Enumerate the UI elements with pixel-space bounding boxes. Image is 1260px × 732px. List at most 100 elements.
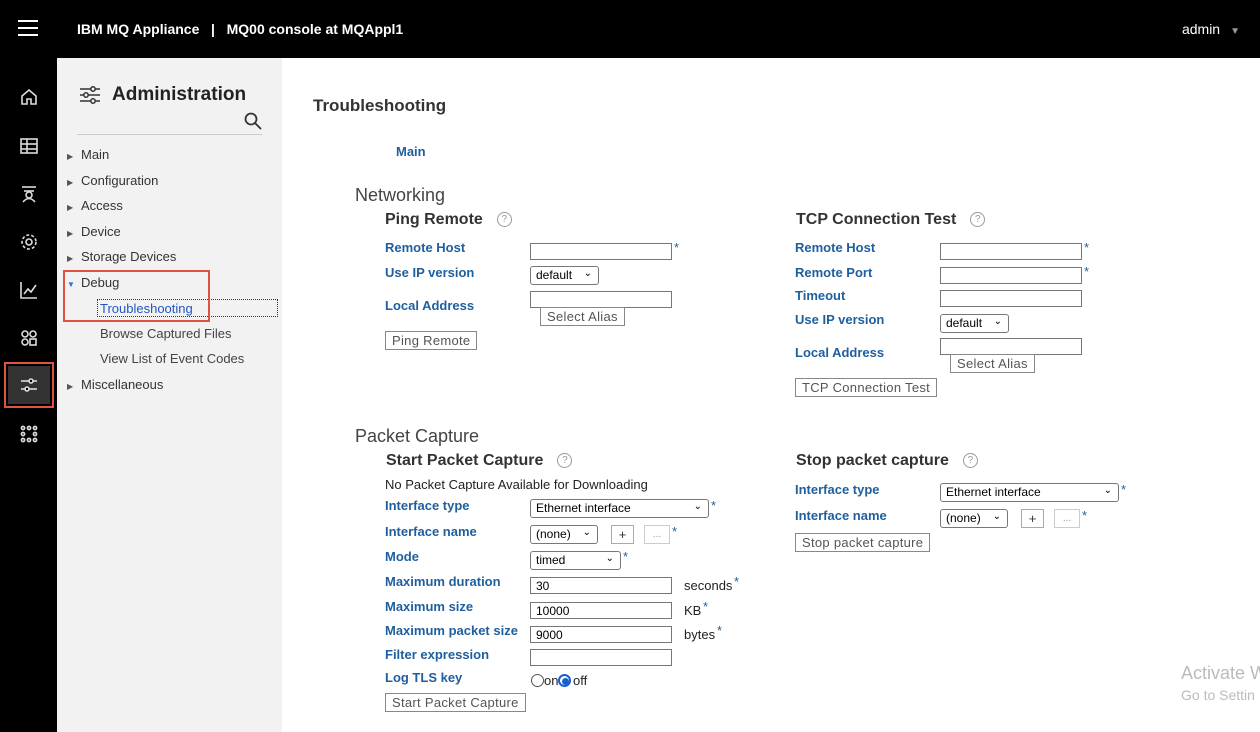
required-mark: * <box>717 623 723 638</box>
page-title: Troubleshooting <box>313 96 447 115</box>
hamburger-menu-icon[interactable] <box>18 20 38 36</box>
chevron-down-icon: ⌄ <box>605 553 614 564</box>
ping-remote-heading: Ping Remote? <box>385 211 512 229</box>
start-packet-capture-button[interactable]: Start Packet Capture <box>385 693 526 712</box>
max-packet-size-label: Maximum packet size <box>385 623 518 638</box>
main-content: Troubleshooting Main Networking Ping Rem… <box>282 58 1260 732</box>
stop-interface-type-label: Interface type <box>795 482 880 497</box>
ping-remote-button[interactable]: Ping Remote <box>385 331 478 350</box>
filter-expression-label: Filter expression <box>385 647 490 662</box>
sidebar-item-miscellaneous[interactable]: ▶ Miscellaneous <box>67 376 163 394</box>
browse-interface-button[interactable]: ... <box>644 525 670 544</box>
caret-right-icon: ▶ <box>67 152 74 161</box>
tcp-remote-port-input[interactable] <box>940 267 1082 284</box>
max-size-label: Maximum size <box>385 599 474 614</box>
search-icon[interactable] <box>243 111 263 131</box>
top-bar: IBM MQ Appliance | MQ00 console at MQApp… <box>0 0 1260 58</box>
mode-label: Mode <box>385 549 419 564</box>
main-link[interactable]: Main <box>396 144 426 159</box>
chevron-down-icon: ⌄ <box>993 316 1002 327</box>
stop-interface-name-label: Interface name <box>795 508 887 523</box>
start-capture-heading: Start Packet Capture? <box>386 452 573 470</box>
tcp-local-address-input[interactable] <box>940 338 1082 355</box>
sidebar-item-access[interactable]: ▶ Access <box>67 197 123 215</box>
sidebar-item-device[interactable]: ▶ Device <box>67 223 121 241</box>
required-mark: * <box>674 240 680 255</box>
sidebar-item-main[interactable]: ▶ Main <box>67 146 109 164</box>
required-mark: * <box>703 599 709 614</box>
stop-packet-capture-button[interactable]: Stop packet capture <box>795 533 931 552</box>
interface-name-label: Interface name <box>385 524 477 539</box>
interface-name-select[interactable]: (none) ⌄ <box>530 525 598 544</box>
kb-unit: KB <box>684 603 702 618</box>
tcp-ip-version-select[interactable]: default ⌄ <box>940 314 1009 333</box>
ping-remote-host-input[interactable] <box>530 243 672 260</box>
log-tls-off-radio[interactable] <box>558 674 571 687</box>
sidebar-item-browse-captured-files[interactable]: Browse Captured Files <box>100 325 232 343</box>
stop-interface-type-select[interactable]: Ethernet interface ⌄ <box>940 483 1119 502</box>
on-label: on <box>544 673 559 688</box>
apps-icon[interactable] <box>12 417 46 451</box>
ping-local-address-input[interactable] <box>530 291 672 308</box>
interface-type-select[interactable]: Ethernet interface ⌄ <box>530 499 709 518</box>
activation-watermark: Activate W <box>1181 663 1260 683</box>
off-label: off <box>573 673 588 688</box>
chevron-down-icon: ⌄ <box>992 511 1001 522</box>
add-interface-button[interactable]: + <box>611 525 634 544</box>
home-icon[interactable] <box>12 80 46 114</box>
chevron-down-icon: ⌄ <box>583 268 592 279</box>
sidebar-item-event-codes[interactable]: View List of Event Codes <box>100 350 244 368</box>
chevron-down-icon: ▼ <box>1230 26 1240 37</box>
app-title: IBM MQ Appliance | MQ00 console at MQApp… <box>77 21 404 37</box>
required-mark: * <box>1082 508 1088 523</box>
no-capture-note: No Packet Capture Available for Download… <box>385 477 648 492</box>
required-mark: * <box>711 498 717 513</box>
table-icon[interactable] <box>12 129 46 163</box>
tcp-select-alias-button[interactable]: Select Alias <box>950 354 1035 373</box>
log-tls-on-radio[interactable] <box>531 674 544 687</box>
gear-icon[interactable] <box>12 225 46 259</box>
filter-expression-input[interactable] <box>530 649 672 666</box>
required-mark: * <box>623 549 629 564</box>
help-icon[interactable]: ? <box>970 212 986 227</box>
max-duration-label: Maximum duration <box>385 574 501 589</box>
tcp-connection-test-button[interactable]: TCP Connection Test <box>795 378 938 397</box>
caret-right-icon: ▶ <box>67 229 74 238</box>
stop-browse-interface-button[interactable]: ... <box>1054 509 1080 528</box>
sidebar-title: Administration <box>112 84 247 105</box>
tcp-remote-host-input[interactable] <box>940 243 1082 260</box>
packet-capture-heading: Packet Capture <box>355 426 480 446</box>
help-icon[interactable]: ? <box>557 453 573 468</box>
caret-right-icon: ▶ <box>67 203 74 212</box>
max-packet-size-input[interactable]: 9000 <box>530 626 672 643</box>
stop-add-interface-button[interactable]: + <box>1021 509 1044 528</box>
ping-ip-version-select[interactable]: default ⌄ <box>530 266 599 285</box>
help-icon[interactable]: ? <box>496 212 512 227</box>
networking-heading: Networking <box>355 185 446 205</box>
widgets-icon[interactable] <box>12 321 46 355</box>
highlight-box <box>63 270 210 322</box>
chevron-down-icon: ⌄ <box>582 527 591 538</box>
chevron-down-icon: ⌄ <box>693 501 702 512</box>
stop-interface-name-select[interactable]: (none) ⌄ <box>940 509 1008 528</box>
tcp-timeout-input[interactable] <box>940 290 1082 307</box>
sidebar-item-configuration[interactable]: ▶ Configuration <box>67 172 158 190</box>
mode-select[interactable]: timed ⌄ <box>530 551 621 570</box>
sliders-icon[interactable] <box>4 362 54 408</box>
max-size-input[interactable]: 10000 <box>530 602 672 619</box>
queue-manager-icon[interactable] <box>12 177 46 211</box>
ping-remote-host-label: Remote Host <box>385 240 466 255</box>
tcp-local-address-label: Local Address <box>795 345 885 360</box>
help-icon[interactable]: ? <box>962 453 978 468</box>
required-mark: * <box>1084 264 1090 279</box>
divider <box>77 134 262 135</box>
max-duration-input[interactable]: 30 <box>530 577 672 594</box>
user-menu[interactable]: admin ▼ <box>1182 21 1240 37</box>
ping-select-alias-button[interactable]: Select Alias <box>540 307 625 326</box>
sidebar-item-storage-devices[interactable]: ▶ Storage Devices <box>67 248 176 266</box>
chart-icon[interactable] <box>12 273 46 307</box>
bytes-unit: bytes <box>684 627 716 642</box>
caret-right-icon: ▶ <box>67 382 74 391</box>
required-mark: * <box>672 524 678 539</box>
tcp-remote-host-label: Remote Host <box>795 240 876 255</box>
